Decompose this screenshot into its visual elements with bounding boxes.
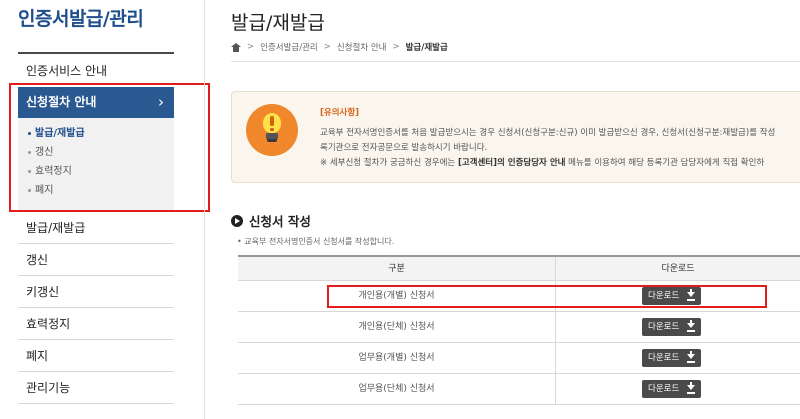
sidebar-title: 인증서발급/관리 bbox=[18, 8, 144, 30]
download-icon bbox=[687, 351, 695, 363]
column-header-category: 구분 bbox=[238, 257, 556, 280]
highlight-box-row bbox=[327, 285, 767, 308]
download-icon bbox=[687, 320, 695, 332]
breadcrumb: > 인증서발급/관리 > 신청절차 안내 > 발급/재발급 bbox=[231, 41, 448, 53]
download-button[interactable]: 다운로드 bbox=[642, 349, 701, 367]
table-header: 구분 다운로드 bbox=[238, 255, 800, 281]
notice-box: [유의사항] 교육부 전자서명인증서를 처음 발급받으시는 경우 신청서(신청구… bbox=[231, 91, 800, 183]
form-name: 업무용(단체) 신청서 bbox=[238, 374, 556, 404]
notice-text-line: 록기관으로 전자공문으로 발송하시기 바랍니다. bbox=[320, 143, 488, 153]
download-table: 구분 다운로드 개인용(개별) 신청서 다운로드 개인용(단체) 신청서 다운로… bbox=[238, 255, 800, 405]
sidebar-item-management[interactable]: 관리기능 bbox=[18, 372, 174, 404]
notice-highlight: [고객센터]의 인증담당자 안내 bbox=[457, 158, 566, 168]
notice-text-line: 교육부 전자서명인증서를 처음 발급받으시는 경우 신청서(신청구분:신규) 이… bbox=[320, 128, 776, 138]
notice-text-line: ※ 세부신청 절차가 궁금하신 경우에는 [고객센터]의 인증담당자 안내 메뉴… bbox=[320, 158, 765, 168]
lightbulb-icon bbox=[246, 104, 298, 156]
form-name: 개인용(단체) 신청서 bbox=[238, 312, 556, 342]
sidebar-list: 발급/재발급 갱신 키갱신 효력정지 폐지 관리기능 bbox=[18, 212, 174, 404]
download-icon bbox=[687, 382, 695, 394]
sidebar-item-suspend[interactable]: 효력정지 bbox=[18, 308, 174, 340]
breadcrumb-separator: > bbox=[323, 42, 331, 52]
breadcrumb-item[interactable]: 신청절차 안내 bbox=[337, 41, 387, 53]
table-row: 업무용(개별) 신청서 다운로드 bbox=[238, 343, 800, 374]
breadcrumb-current: 발급/재발급 bbox=[405, 43, 448, 53]
column-header-download: 다운로드 bbox=[661, 264, 695, 274]
table-row: 개인용(단체) 신청서 다운로드 bbox=[238, 312, 800, 343]
breadcrumb-item[interactable]: 인증서발급/관리 bbox=[260, 41, 318, 53]
vertical-divider bbox=[204, 0, 205, 419]
download-button[interactable]: 다운로드 bbox=[642, 380, 701, 398]
breadcrumb-separator: > bbox=[247, 42, 255, 52]
home-icon[interactable] bbox=[231, 42, 241, 52]
title-divider bbox=[231, 61, 800, 62]
sidebar-item-issue[interactable]: 발급/재발급 bbox=[18, 212, 174, 244]
notice-heading: [유의사항] bbox=[320, 108, 360, 118]
section-description: • 교육부 전자서명인증서 신청서를 작성합니다. bbox=[237, 237, 395, 246]
circle-arrow-icon bbox=[231, 214, 243, 227]
highlight-box-sidebar bbox=[9, 83, 210, 212]
sidebar-title-divider bbox=[18, 52, 174, 54]
download-button[interactable]: 다운로드 bbox=[642, 318, 701, 336]
page-title: 발급/재발급 bbox=[231, 12, 325, 34]
table-row: 업무용(단체) 신청서 다운로드 bbox=[238, 374, 800, 405]
breadcrumb-separator: > bbox=[392, 42, 400, 52]
sidebar-item-revoke[interactable]: 폐지 bbox=[18, 340, 174, 372]
section-title: 신청서 작성 bbox=[231, 211, 311, 230]
form-name: 업무용(개별) 신청서 bbox=[238, 343, 556, 373]
sidebar-item-key-renew[interactable]: 키갱신 bbox=[18, 276, 174, 308]
sidebar-item-renew[interactable]: 갱신 bbox=[18, 244, 174, 276]
